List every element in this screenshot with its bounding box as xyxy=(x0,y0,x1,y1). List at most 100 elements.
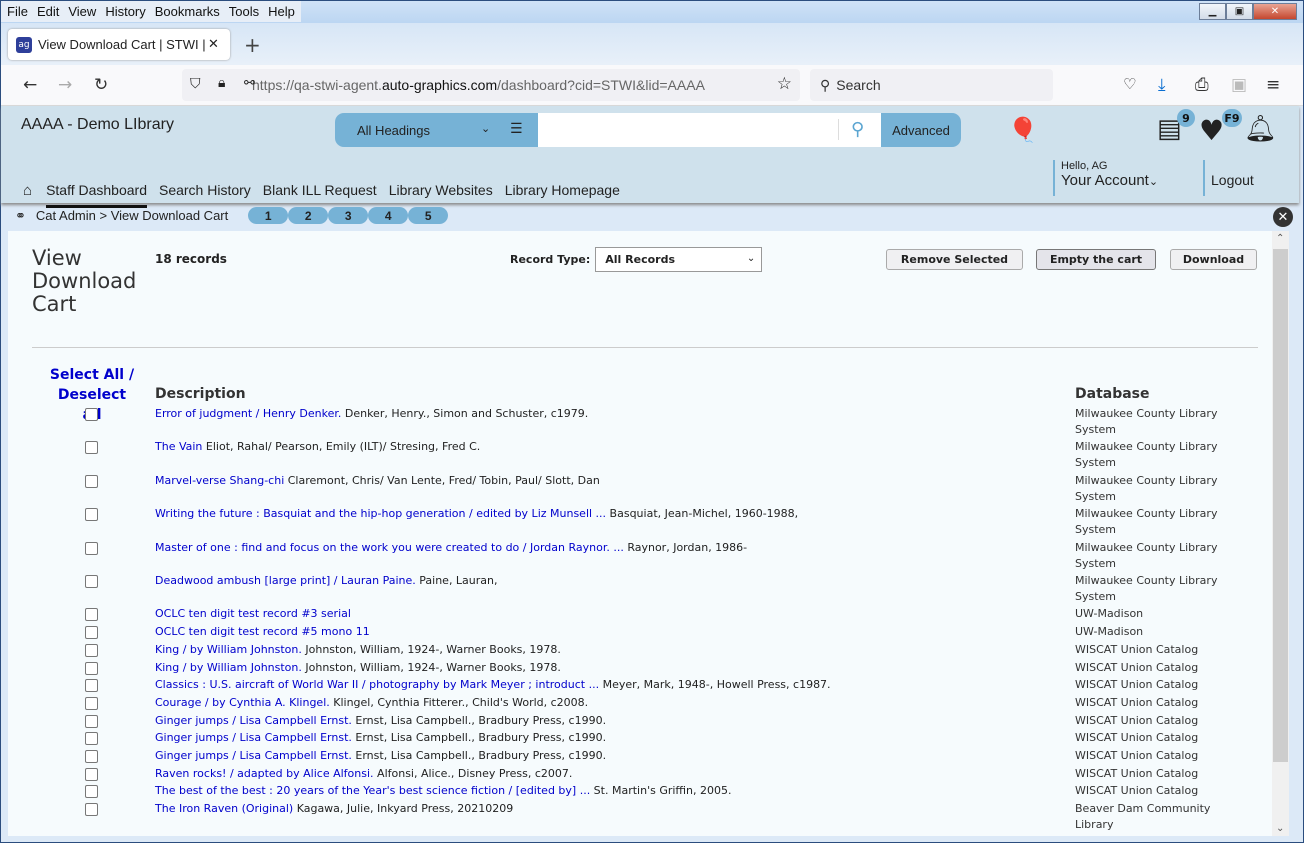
select-all-link[interactable]: Select All / xyxy=(48,365,136,385)
record-title-link[interactable]: Error of judgment / Henry Denker. xyxy=(155,407,341,420)
home-icon[interactable]: ⌂ xyxy=(23,182,32,199)
record-checkbox[interactable] xyxy=(85,715,98,728)
database-icon[interactable]: ☰ xyxy=(510,121,523,137)
url-text[interactable]: https://qa-stwi-agent.auto-graphics.com/… xyxy=(252,77,705,93)
record-title-link[interactable]: Writing the future : Basquiat and the hi… xyxy=(155,507,606,520)
record-checkbox[interactable] xyxy=(85,441,98,454)
page-tab-3[interactable]: 3 xyxy=(328,207,369,224)
menu-history[interactable]: History xyxy=(105,4,145,22)
record-checkbox[interactable] xyxy=(85,750,98,763)
record-description: OCLC ten digit test record #5 mono 11 xyxy=(155,625,370,638)
record-title-link[interactable]: King / by William Johnston. xyxy=(155,661,302,674)
nav-library-homepage[interactable]: Library Homepage xyxy=(505,182,620,198)
record-title-link[interactable]: The Vain xyxy=(155,440,202,453)
record-checkbox[interactable] xyxy=(85,508,98,521)
browser-search-box[interactable]: ⚲ Search xyxy=(810,69,1053,101)
record-checkbox[interactable] xyxy=(85,475,98,488)
menu-edit[interactable]: Edit xyxy=(37,4,59,22)
app-menu-icon[interactable]: ≡ xyxy=(1266,75,1280,95)
record-title-link[interactable]: Marvel-verse Shang-chi xyxy=(155,474,284,487)
nav-library-websites[interactable]: Library Websites xyxy=(389,182,493,198)
record-checkbox[interactable] xyxy=(85,608,98,621)
bell-icon[interactable]: 🔔︎ xyxy=(1244,114,1277,144)
scrollbar[interactable]: ⌃ ⌄ xyxy=(1272,231,1289,836)
search-submit-icon[interactable]: ⚲ xyxy=(838,119,864,140)
record-title-link[interactable]: Raven rocks! / adapted by Alice Alfonsi. xyxy=(155,767,374,780)
permissions-icon[interactable]: ⚯ xyxy=(244,76,255,91)
page-tab-5[interactable]: 5 xyxy=(408,207,449,224)
account-menu[interactable]: Hello, AG Your Account⌄ xyxy=(1053,160,1158,196)
search-input[interactable] xyxy=(538,113,881,147)
record-checkbox[interactable] xyxy=(85,679,98,692)
bookmark-star-icon[interactable]: ☆ xyxy=(777,74,792,94)
page-tab-4[interactable]: 4 xyxy=(368,207,409,224)
empty-cart-button[interactable]: Empty the cart xyxy=(1036,249,1156,270)
page-tab-2[interactable]: 2 xyxy=(288,207,329,224)
record-checkbox[interactable] xyxy=(85,697,98,710)
record-checkbox[interactable] xyxy=(85,785,98,798)
extension-icon[interactable]: ▣ xyxy=(1231,75,1247,95)
record-title-link[interactable]: The best of the best : 20 years of the Y… xyxy=(155,784,590,797)
scroll-down-icon[interactable]: ⌄ xyxy=(1276,823,1284,834)
record-database: WISCAT Union Catalog xyxy=(1075,784,1199,797)
nav-staff-dashboard[interactable]: Staff Dashboard xyxy=(46,182,147,208)
record-title-link[interactable]: Classics : U.S. aircraft of World War II… xyxy=(155,678,599,691)
scrollbar-thumb[interactable] xyxy=(1273,249,1288,762)
back-icon[interactable]: ← xyxy=(23,75,37,95)
logout-link[interactable]: Logout xyxy=(1203,160,1254,196)
record-title-link[interactable]: Courage / by Cynthia A. Klingel. xyxy=(155,696,330,709)
record-title-link[interactable]: Ginger jumps / Lisa Campbell Ernst. xyxy=(155,731,352,744)
menu-file[interactable]: File xyxy=(7,4,28,22)
record-title-link[interactable]: Ginger jumps / Lisa Campbell Ernst. xyxy=(155,714,352,727)
record-checkbox[interactable] xyxy=(85,803,98,816)
download-button[interactable]: Download xyxy=(1170,249,1257,270)
your-account-link[interactable]: Your Account xyxy=(1061,172,1149,189)
balloon-icon[interactable]: 🎈 xyxy=(1008,116,1038,144)
close-window-button[interactable]: ✕ xyxy=(1253,3,1297,20)
menu-tools[interactable]: Tools xyxy=(229,4,259,22)
record-checkbox[interactable] xyxy=(85,575,98,588)
lock-icon[interactable]: 🔒︎ xyxy=(218,75,225,91)
heart-icon[interactable]: ♥ xyxy=(1199,114,1224,147)
menu-bookmarks[interactable]: Bookmarks xyxy=(155,4,220,22)
page-tab-1[interactable]: 1 xyxy=(248,207,289,224)
menu-view[interactable]: View xyxy=(68,4,96,22)
browser-tab[interactable]: ag View Download Cart | STWI | aaa ✕ xyxy=(8,29,230,60)
record-type-select[interactable]: All Records ⌄ xyxy=(595,247,763,272)
print-icon[interactable]: ⎙ xyxy=(1195,75,1209,95)
close-panel-icon[interactable]: ✕ xyxy=(1273,207,1293,227)
maximize-button[interactable]: ▣ xyxy=(1226,3,1253,20)
shield-icon[interactable]: ⛉ xyxy=(190,76,201,92)
menu-help[interactable]: Help xyxy=(268,4,295,22)
close-tab-icon[interactable]: ✕ xyxy=(208,37,219,52)
downloads-icon[interactable]: ⤓ xyxy=(1158,75,1166,95)
breadcrumb-text[interactable]: Cat Admin > View Download Cart xyxy=(36,208,228,223)
forward-icon[interactable]: → xyxy=(58,75,72,95)
minimize-button[interactable]: ▁ xyxy=(1199,3,1226,20)
record-title-link[interactable]: OCLC ten digit test record #5 mono 11 xyxy=(155,625,370,638)
new-tab-icon[interactable]: + xyxy=(244,33,261,57)
chevron-down-icon[interactable]: ⌄ xyxy=(481,122,490,135)
pocket-icon[interactable]: ♡ xyxy=(1123,75,1136,93)
scroll-up-icon[interactable]: ⌃ xyxy=(1276,233,1284,244)
record-checkbox[interactable] xyxy=(85,644,98,657)
record-checkbox[interactable] xyxy=(85,408,98,421)
nav-blank-ill-request[interactable]: Blank ILL Request xyxy=(263,182,377,198)
record-checkbox[interactable] xyxy=(85,768,98,781)
nav-search-history[interactable]: Search History xyxy=(159,182,251,198)
record-title-link[interactable]: Ginger jumps / Lisa Campbell Ernst. xyxy=(155,749,352,762)
record-title-link[interactable]: The Iron Raven (Original) xyxy=(155,802,293,815)
record-title-link[interactable]: OCLC ten digit test record #3 serial xyxy=(155,607,351,620)
record-checkbox[interactable] xyxy=(85,542,98,555)
search-scope-select[interactable]: All Headings xyxy=(357,123,430,138)
record-checkbox[interactable] xyxy=(85,732,98,745)
reload-icon[interactable]: ↻ xyxy=(94,75,108,95)
url-bar[interactable]: ⛉ 🔒︎ ⚯ https://qa-stwi-agent.auto-graphi… xyxy=(182,69,800,101)
record-title-link[interactable]: Master of one : find and focus on the wo… xyxy=(155,541,624,554)
record-title-link[interactable]: Deadwood ambush [large print] / Lauran P… xyxy=(155,574,416,587)
record-checkbox[interactable] xyxy=(85,662,98,675)
remove-selected-button[interactable]: Remove Selected xyxy=(886,249,1023,270)
advanced-search-button[interactable]: Advanced xyxy=(881,113,961,147)
record-title-link[interactable]: King / by William Johnston. xyxy=(155,643,302,656)
record-checkbox[interactable] xyxy=(85,626,98,639)
